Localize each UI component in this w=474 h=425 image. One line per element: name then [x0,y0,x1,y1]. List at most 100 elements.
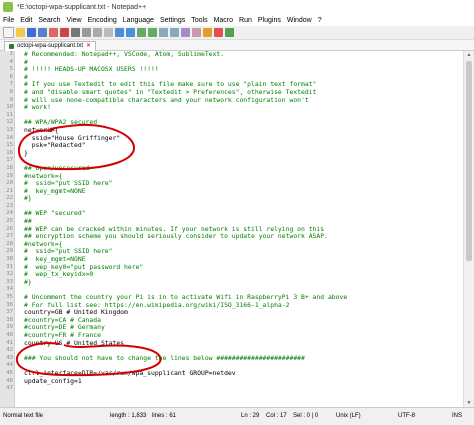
line-number: 3 [9,51,13,57]
line-number: 30 [6,256,13,263]
line-number: 46 [6,377,13,384]
line-text: ## WEP "secured" [24,209,86,218]
line-text: # !!!!! HEADS-UP MACOSX USERS !!!!! [24,65,159,74]
notepad-plus-plus-icon [3,2,13,12]
code-line[interactable]: 43 ### You should not have to change the … [0,354,464,363]
paste-icon[interactable] [104,28,113,37]
redo-icon[interactable] [126,28,135,37]
text-editor[interactable]: 3 # Recommended: Notepad++, VSCode, Atom,… [0,51,464,407]
code-line[interactable]: 10 # work! [0,104,464,112]
line-number: 39 [6,324,13,331]
scroll-down-icon[interactable]: ▼ [464,399,474,407]
scroll-up-icon[interactable]: ▲ [464,51,474,59]
cut-icon[interactable] [82,28,91,37]
line-number: 19 [6,172,13,179]
toolbar [0,26,474,40]
code-line[interactable]: 33 #} [0,278,464,287]
copy-icon[interactable] [93,28,102,37]
menu-plugins[interactable]: Plugins [255,17,284,24]
line-number: 21 [6,187,13,194]
save-all-icon[interactable] [38,28,47,37]
zoom-out-icon[interactable] [170,28,179,37]
menu-search[interactable]: Search [35,17,63,24]
unsaved-file-icon [9,44,14,49]
code-line[interactable]: 16} [0,149,464,158]
line-number: 31 [6,263,13,270]
line-number: 17 [6,157,13,164]
menu-window[interactable]: Window [284,17,315,24]
line-text: country=US # United States [24,338,125,347]
line-number: 40 [6,331,13,338]
code-line[interactable]: 47 [0,385,464,393]
menu-file[interactable]: File [0,17,17,24]
zoom-in-icon[interactable] [159,28,168,37]
status-line-number: Ln : 29 [241,413,260,419]
menu-macro[interactable]: Macro [211,17,236,24]
open-folder-icon[interactable] [16,28,25,37]
code-line[interactable]: 3 # Recommended: Notepad++, VSCode, Atom,… [0,51,464,59]
menu-edit[interactable]: Edit [17,17,35,24]
line-number: 29 [6,248,13,255]
code-line[interactable]: 41 country=US # United States [0,338,464,348]
line-number: 11 [6,111,13,118]
menu-language[interactable]: Language [120,17,157,24]
menu-settings[interactable]: Settings [157,17,188,24]
code-line[interactable]: 27 ## encryption scheme you should seriou… [0,233,464,241]
tab-octopi-wpa-supplicant[interactable]: octopi-wpa-supplicant.txt ✕ [4,41,97,51]
find-icon[interactable] [137,28,146,37]
line-number: 6 [9,73,13,80]
menu-encoding[interactable]: Encoding [85,17,120,24]
line-number: 13 [6,126,13,133]
line-text: # wep_tx_keyidx=0 [24,270,94,279]
sync-scroll-icon[interactable] [181,28,190,37]
record-macro-icon[interactable] [203,28,212,37]
line-text: # work! [24,103,51,112]
status-lines: lines : 61 [152,413,177,419]
code-line[interactable]: 24 ## WEP "secured" [0,210,464,218]
line-number: 16 [6,149,13,156]
tab-bar: octopi-wpa-supplicant.txt ✕ [0,40,474,51]
menu-view[interactable]: View [64,17,85,24]
menu-run[interactable]: Run [236,17,255,24]
play-macro-icon[interactable] [225,28,234,37]
replace-icon[interactable] [148,28,157,37]
line-number: 18 [6,164,13,171]
save-icon[interactable] [27,28,36,37]
code-line[interactable]: 18 ## Open/unsecured [0,164,464,173]
print-icon[interactable] [71,28,80,37]
menu-help[interactable]: ? [315,17,325,24]
line-text: #} [24,194,32,203]
new-file-icon[interactable] [3,27,14,38]
vertical-scrollbar[interactable]: ▲ ▼ [463,51,474,407]
code-line[interactable]: 5 # !!!!! HEADS-UP MACOSX USERS !!!!! [0,66,464,74]
stop-macro-icon[interactable] [214,28,223,37]
menu-tools[interactable]: Tools [188,17,210,24]
title-bar: *E:\octopi-wpa-supplicant.txt - Notepad+… [0,0,474,14]
scrollbar-thumb[interactable] [466,61,472,261]
code-line[interactable]: 9 # will use none-compatible characters a… [0,96,464,105]
line-text: ## encryption scheme you should seriousl… [24,232,328,241]
status-length: length : 1,833 [110,413,147,419]
close-file-icon[interactable] [49,28,58,37]
word-wrap-icon[interactable] [192,28,201,37]
line-text: psk="Redacted" [24,141,86,150]
close-tab-icon[interactable]: ✕ [86,42,91,51]
line-number: 20 [6,180,13,187]
status-selection: Sel : 0 | 0 [293,413,319,419]
code-line[interactable]: 46 update_config=1 [0,377,464,386]
code-line[interactable]: 12 ## WPA/WPA2 secured [0,119,464,127]
code-line[interactable]: 15 psk="Redacted" [0,142,464,150]
code-line[interactable]: 21 # key_mgmt=NONE [0,187,464,196]
close-all-icon[interactable] [60,28,69,37]
line-number: 28 [6,240,13,247]
line-number: 43 [6,354,13,361]
line-number: 8 [9,88,13,95]
line-number: 33 [6,278,13,285]
status-eol: Unix (LF) [336,413,361,419]
line-number: 23 [6,202,13,209]
code-line[interactable]: 22 #} [0,195,464,203]
line-number: 38 [6,316,13,323]
code-line[interactable]: 32 # wep_tx_keyidx=0 [0,271,464,279]
line-number: 27 [6,233,13,240]
undo-icon[interactable] [115,28,124,37]
